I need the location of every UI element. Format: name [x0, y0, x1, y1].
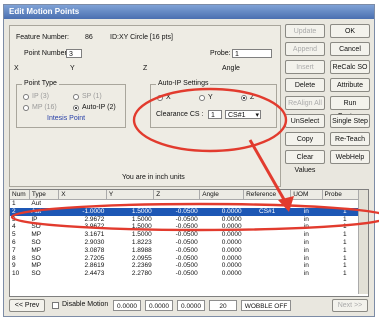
- annotation-ellipse-row: [10, 202, 379, 232]
- annotation-overlay: [10, 87, 379, 232]
- annotation-arrow-head: [278, 196, 294, 212]
- annotation-ellipse-settings: [132, 87, 288, 153]
- annotation-arrow-line: [248, 139, 288, 204]
